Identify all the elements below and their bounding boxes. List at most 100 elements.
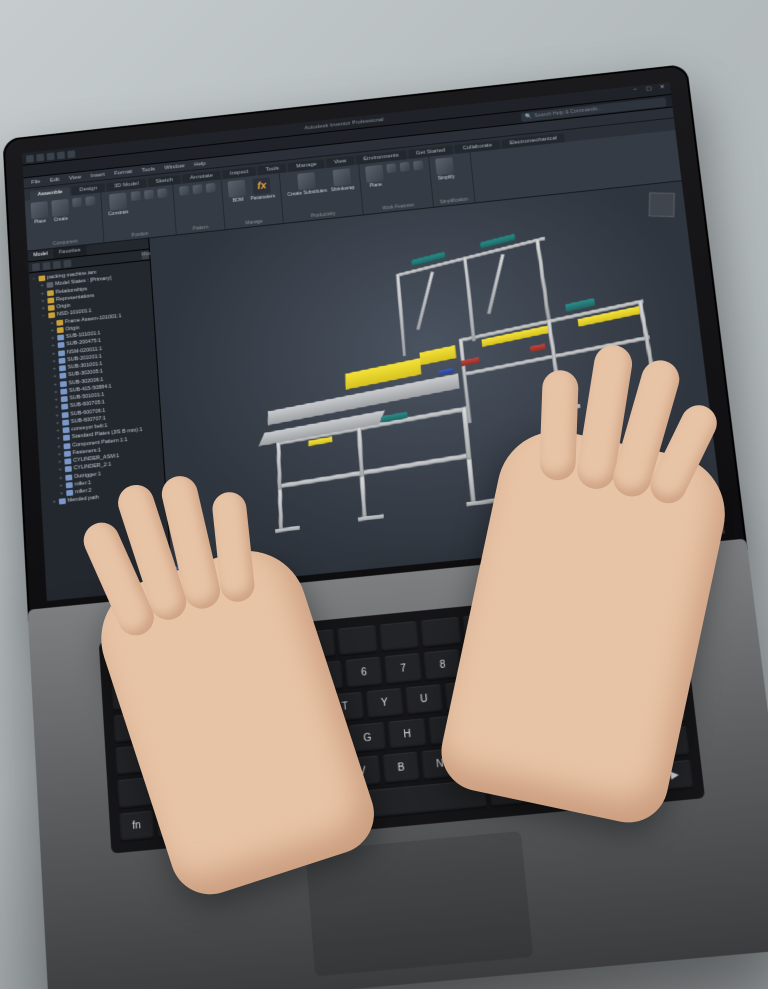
ribbon-cmd-simplify[interactable]: Simplify <box>436 157 456 182</box>
tree-prt-icon <box>58 350 65 356</box>
key: fn <box>119 810 154 842</box>
ribbon-cmd-plane[interactable]: Plane <box>365 165 384 190</box>
qat-redo-icon[interactable] <box>47 152 55 160</box>
ribbon-group-position: ConstrainPosition <box>101 185 177 243</box>
tree-twisty-icon[interactable]: + <box>58 490 64 498</box>
ribbon-cmd-pattern[interactable] <box>180 186 190 196</box>
ribbon-cmd-point[interactable] <box>400 162 412 186</box>
ribbon-cmd-label: Simplify <box>437 174 454 181</box>
qat-undo-icon[interactable] <box>36 154 44 162</box>
key: 6 <box>345 657 383 689</box>
desk-scene: Autodesk Inventor Professional – ▢ ✕ 🔍 S… <box>0 0 768 989</box>
menu-file[interactable]: File <box>31 179 40 185</box>
ribbon-group-simplification: SimplifySimplification <box>429 152 475 206</box>
tree-prt-icon <box>59 373 66 379</box>
tree-prt-icon <box>59 498 66 504</box>
window-maximize-button[interactable]: ▢ <box>644 84 653 92</box>
tree-prt-icon <box>63 427 70 433</box>
menu-help[interactable]: Help <box>194 161 206 168</box>
ribbon-group-productivity: Create SubstitutesShrinkwrapProductivity <box>280 164 364 223</box>
ribbon-cmd-shrinkwrap[interactable]: Shrinkwrap <box>329 168 355 193</box>
ribbon-cmd-axis[interactable] <box>387 163 399 187</box>
tree-prt-icon <box>63 443 70 449</box>
ribbon-cmd-ucs[interactable] <box>413 160 425 184</box>
ribbon-group-manage: BOMfxParametersManage <box>222 173 284 229</box>
key: H <box>388 718 426 750</box>
tree-asm-icon <box>48 312 55 318</box>
tree-prt-icon <box>57 335 64 341</box>
ribbon-cmd-bom[interactable]: BOM <box>228 180 247 204</box>
menu-edit[interactable]: Edit <box>50 177 60 183</box>
browser-filter-icon[interactable] <box>32 263 40 271</box>
ribbon-cmd-place[interactable]: Place <box>31 201 49 225</box>
qat-home-icon[interactable] <box>67 150 75 158</box>
ribbon-cmd-label: Shrinkwrap <box>331 185 355 193</box>
tree-prt-icon <box>65 474 72 480</box>
browser-panel-title: Modeling <box>141 251 149 259</box>
key <box>379 621 420 653</box>
qat-save-icon[interactable] <box>26 155 34 163</box>
tree-prt-icon <box>58 342 65 348</box>
tree-fld-icon <box>47 297 54 303</box>
tree-fld-icon <box>48 305 55 311</box>
tree-prt-icon <box>64 458 71 464</box>
search-icon: 🔍 <box>525 113 532 119</box>
key: Y <box>366 688 404 720</box>
menu-view[interactable]: View <box>69 174 81 181</box>
window-minimize-button[interactable]: – <box>631 86 640 94</box>
tree-twisty-icon[interactable]: − <box>31 275 37 283</box>
ribbon-cmd-parameters[interactable]: fxParameters <box>249 176 275 201</box>
browser-expand-icon[interactable] <box>53 260 61 268</box>
key: 7 <box>384 653 422 685</box>
ribbon-cmd-hide-all[interactable] <box>158 188 169 212</box>
ribbon-cmd-joint[interactable] <box>131 191 142 215</box>
ribbon-cmd-label: Create <box>54 216 69 223</box>
ribbon-cmd-label: Constrain <box>108 210 129 218</box>
ribbon-cmd-mirror[interactable] <box>193 184 203 194</box>
ribbon-cmd-create-substitutes[interactable]: Create Substitutes <box>286 171 327 198</box>
key <box>337 625 377 657</box>
tree-prt-icon <box>59 358 66 364</box>
key <box>421 617 462 649</box>
tree-prt-icon <box>65 466 72 472</box>
ribbon-group-work-features: PlaneWork Features <box>359 157 434 215</box>
ribbon-cmd-constrain[interactable]: Constrain <box>107 192 129 217</box>
tree-rep-icon <box>46 282 53 288</box>
tree-twisty-icon[interactable]: − <box>41 312 47 320</box>
tree-prt-icon <box>66 482 73 488</box>
tree-prt-icon <box>64 451 71 457</box>
browser-collapse-icon[interactable] <box>63 259 71 267</box>
ribbon-cmd-free-move[interactable] <box>72 197 83 221</box>
ribbon-group-component: PlaceCreateComponent <box>25 192 105 250</box>
ribbon-cmd-copy[interactable] <box>206 183 216 193</box>
tree-node-label: blended path <box>68 494 99 505</box>
ribbon-cmd-create[interactable]: Create <box>51 199 69 223</box>
tree-prt-icon <box>59 365 66 371</box>
ribbon-cmd-free-rotate[interactable] <box>85 196 96 220</box>
tree-prt-icon <box>66 490 73 496</box>
ribbon-cmd-label: Plane <box>370 182 383 189</box>
tree-twisty-icon[interactable]: + <box>51 498 57 506</box>
ribbon-group-pattern: Pattern <box>174 179 226 234</box>
menu-format[interactable]: Format <box>114 169 132 176</box>
tree-prt-icon <box>60 381 67 387</box>
tree-asm-icon <box>56 319 63 325</box>
tree-prt-icon <box>62 412 69 418</box>
tree-fld-icon <box>47 290 54 296</box>
tree-prt-icon <box>60 388 67 394</box>
ribbon-cmd-label: BOM <box>232 197 243 204</box>
browser-search-icon[interactable] <box>42 261 50 269</box>
menu-window[interactable]: Window <box>164 163 185 171</box>
ribbon-cmd-label: Place <box>34 218 46 225</box>
window-close-button[interactable]: ✕ <box>658 83 667 91</box>
tree-prt-icon <box>63 435 70 441</box>
key: B <box>383 752 420 784</box>
ribbon-cmd-grounded[interactable] <box>144 189 155 213</box>
qat-open-icon[interactable] <box>57 151 65 159</box>
tree-prt-icon <box>62 419 69 425</box>
ribbon-cmd-label: Parameters <box>250 194 275 202</box>
tree-fld-icon <box>57 327 64 333</box>
menu-insert[interactable]: Insert <box>90 172 105 179</box>
tree-prt-icon <box>61 404 68 410</box>
menu-tools[interactable]: Tools <box>141 166 155 173</box>
